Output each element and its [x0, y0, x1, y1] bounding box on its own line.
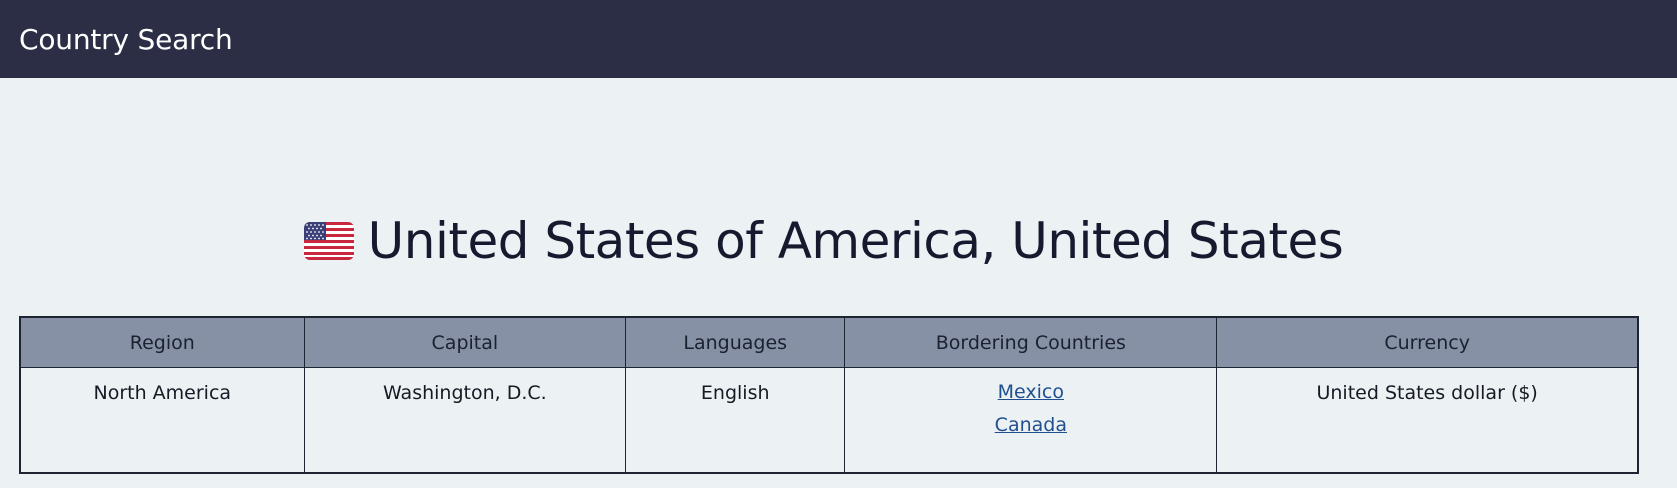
- cell-languages: English: [625, 367, 846, 473]
- country-title: United States of America, United States: [367, 212, 1344, 270]
- cell-capital: Washington, D.C.: [303, 367, 627, 473]
- header-region: Region: [19, 316, 305, 368]
- table-header-row: Region Capital Languages Bordering Count…: [19, 316, 1639, 368]
- app-brand[interactable]: Country Search: [19, 23, 233, 56]
- header-capital: Capital: [303, 316, 627, 368]
- cell-currency: United States dollar ($): [1216, 367, 1639, 473]
- border-link-canada[interactable]: Canada: [846, 409, 1215, 442]
- border-link-mexico[interactable]: Mexico: [846, 376, 1215, 409]
- us-flag-icon: [303, 222, 354, 260]
- header-languages: Languages: [625, 316, 846, 368]
- header-currency: Currency: [1216, 316, 1639, 368]
- table-row: North America Washington, D.C. English M…: [19, 367, 1639, 473]
- cell-region: North America: [19, 367, 305, 473]
- country-info-table: Region Capital Languages Bordering Count…: [19, 316, 1639, 474]
- top-navbar: Country Search: [0, 0, 1677, 78]
- cell-bordering-countries: Mexico Canada: [844, 367, 1218, 473]
- header-bordering-countries: Bordering Countries: [844, 316, 1218, 368]
- country-title-row: United States of America, United States: [0, 216, 1662, 266]
